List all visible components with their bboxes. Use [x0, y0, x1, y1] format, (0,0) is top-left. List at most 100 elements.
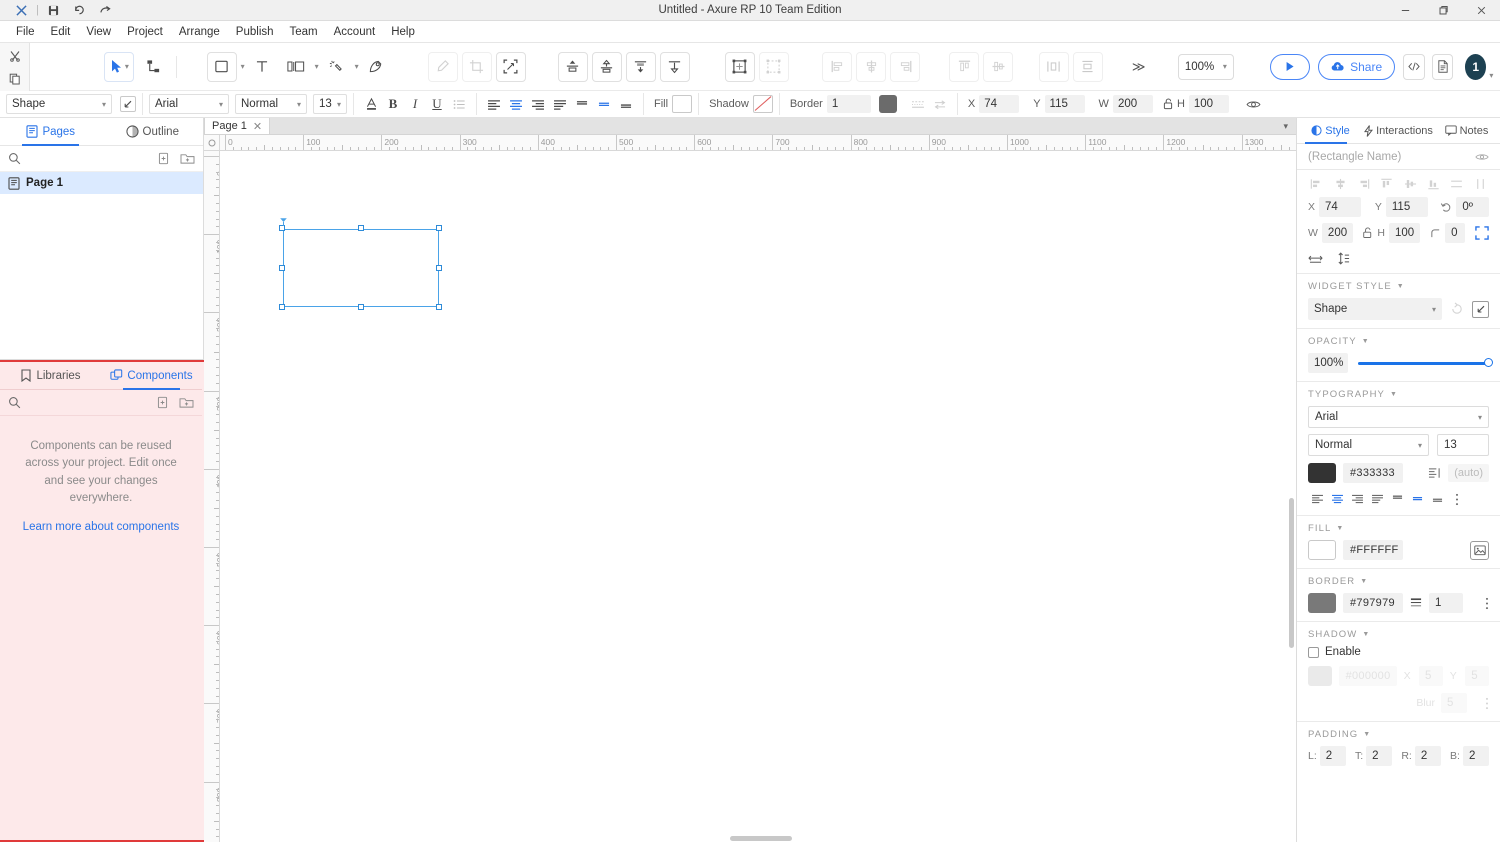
text-align-left-icon[interactable]: [1308, 491, 1326, 507]
widget-style-select[interactable]: Shape ▾: [1308, 298, 1442, 320]
send-to-back-button[interactable]: [660, 52, 690, 82]
distribute-horizontal-button[interactable]: [1039, 52, 1069, 82]
lock-aspect-icon[interactable]: [1161, 94, 1175, 114]
box-layout-tool[interactable]: [281, 52, 311, 82]
close-icon[interactable]: ✕: [253, 120, 262, 133]
typography-color-swatch[interactable]: [1308, 463, 1336, 483]
menu-edit[interactable]: Edit: [43, 24, 79, 40]
shadow-swatch[interactable]: [753, 95, 773, 113]
opacity-value[interactable]: 100%: [1308, 353, 1348, 373]
horizontal-scrollbar[interactable]: [220, 834, 1296, 842]
resize-handle[interactable]: [436, 304, 442, 310]
opacity-slider[interactable]: [1358, 362, 1489, 365]
vertical-align-top-button[interactable]: [571, 94, 593, 114]
canvas-tab-menu-icon[interactable]: ▾: [1275, 121, 1296, 132]
shadow-blur-input[interactable]: 5: [1441, 693, 1467, 713]
align-left-button[interactable]: [822, 52, 852, 82]
close-button[interactable]: [1462, 0, 1500, 21]
shadow-color-swatch[interactable]: [1308, 666, 1332, 686]
ruler-vertical[interactable]: 0100200300400500600700800900: [204, 151, 220, 842]
fill-color-hex[interactable]: #FFFFFF: [1343, 540, 1403, 560]
ruler-origin-toggle[interactable]: [204, 135, 220, 151]
resize-handle[interactable]: [436, 265, 442, 271]
tab-style[interactable]: Style: [1297, 118, 1364, 143]
menu-file[interactable]: File: [8, 24, 43, 40]
vertical-align-bottom-button[interactable]: [615, 94, 637, 114]
select-arrow-tool[interactable]: ▾: [104, 52, 134, 82]
chevron-down-icon[interactable]: ▾: [355, 62, 359, 71]
share-button[interactable]: Share: [1318, 54, 1395, 80]
font-family-select[interactable]: Arial ▾: [149, 94, 229, 114]
shadow-x-input[interactable]: 5: [1419, 666, 1443, 686]
vertical-align-middle-button[interactable]: [593, 94, 615, 114]
x-input[interactable]: 74: [979, 95, 1019, 113]
tab-notes[interactable]: Notes: [1433, 118, 1500, 143]
menu-team[interactable]: Team: [282, 24, 326, 40]
resize-handle[interactable]: [358, 225, 364, 231]
align-right-icon[interactable]: [1355, 176, 1372, 192]
resize-handle[interactable]: [279, 304, 285, 310]
w-input[interactable]: 200: [1322, 223, 1353, 243]
text-align-right-icon[interactable]: [1348, 491, 1366, 507]
align-center-icon[interactable]: [1331, 176, 1348, 192]
select-reference-icon[interactable]: [120, 96, 136, 112]
text-align-justify-button[interactable]: [549, 94, 571, 114]
distribute-horizontal-icon[interactable]: [1448, 176, 1465, 192]
h-input[interactable]: 100: [1389, 223, 1420, 243]
arrow-style-button[interactable]: [929, 94, 951, 114]
group-button[interactable]: [725, 52, 755, 82]
preview-button[interactable]: [1270, 54, 1310, 80]
widget-name-row[interactable]: (Rectangle Name): [1297, 144, 1500, 170]
shadow-color-hex[interactable]: #000000: [1339, 666, 1397, 686]
rectangle-selection[interactable]: [283, 229, 439, 307]
bring-to-front-button[interactable]: [558, 52, 588, 82]
y-input[interactable]: 115: [1386, 197, 1428, 217]
font-weight-select[interactable]: Normal ▾: [235, 94, 307, 114]
ungroup-button[interactable]: [759, 52, 789, 82]
border-width-input[interactable]: 1: [1429, 593, 1463, 613]
h-input[interactable]: 100: [1189, 95, 1229, 113]
menu-arrange[interactable]: Arrange: [171, 24, 228, 40]
opacity-slider-knob[interactable]: [1484, 358, 1493, 367]
border-style-icon[interactable]: [1410, 597, 1422, 609]
resize-handle[interactable]: [358, 304, 364, 310]
chevron-down-icon[interactable]: ▼: [1363, 731, 1371, 738]
align-right-button[interactable]: [890, 52, 920, 82]
vertical-align-middle-icon[interactable]: [1408, 491, 1426, 507]
x-input[interactable]: 74: [1319, 197, 1361, 217]
text-align-center-icon[interactable]: [1328, 491, 1346, 507]
pick-style-icon[interactable]: [1472, 301, 1489, 318]
undo-icon[interactable]: [67, 0, 93, 20]
copy-icon[interactable]: [4, 70, 26, 88]
rotation-input[interactable]: 0º: [1456, 197, 1489, 217]
eyedropper-tool[interactable]: [428, 52, 458, 82]
typography-more-icon[interactable]: [1448, 491, 1466, 507]
magic-wand-tool[interactable]: [321, 52, 351, 82]
menu-account[interactable]: Account: [326, 24, 384, 40]
page-tab-page-1[interactable]: Page 1 ✕: [204, 118, 270, 134]
send-backward-button[interactable]: [626, 52, 656, 82]
distribute-vertical-button[interactable]: [1073, 52, 1103, 82]
chevron-down-icon[interactable]: ▼: [1362, 631, 1370, 638]
chevron-down-icon[interactable]: ▼: [1397, 283, 1405, 290]
vertical-align-bottom-icon[interactable]: [1428, 491, 1446, 507]
fit-height-icon[interactable]: [1337, 252, 1350, 265]
bullet-list-button[interactable]: [448, 94, 470, 114]
shadow-y-input[interactable]: 5: [1465, 666, 1489, 686]
image-fill-icon[interactable]: [1470, 541, 1489, 560]
chevron-down-icon[interactable]: ▼: [1336, 525, 1344, 532]
maximize-button[interactable]: [1424, 0, 1462, 21]
align-left-icon[interactable]: [1308, 176, 1325, 192]
shadow-more-icon[interactable]: [1485, 697, 1489, 710]
fit-width-icon[interactable]: [1308, 253, 1323, 265]
add-folder-icon[interactable]: [180, 152, 195, 165]
add-page-icon[interactable]: [157, 152, 170, 165]
vertical-align-top-icon[interactable]: [1388, 491, 1406, 507]
chevron-down-icon[interactable]: ▾: [315, 62, 319, 71]
crop-tool[interactable]: [462, 52, 492, 82]
chevron-down-icon[interactable]: ▼: [1362, 338, 1370, 345]
minimize-button[interactable]: [1386, 0, 1424, 21]
typography-font-family-select[interactable]: Arial ▾: [1308, 406, 1489, 428]
line-height-value[interactable]: (auto): [1448, 464, 1489, 482]
widget-type-select[interactable]: Shape ▾: [6, 94, 112, 114]
